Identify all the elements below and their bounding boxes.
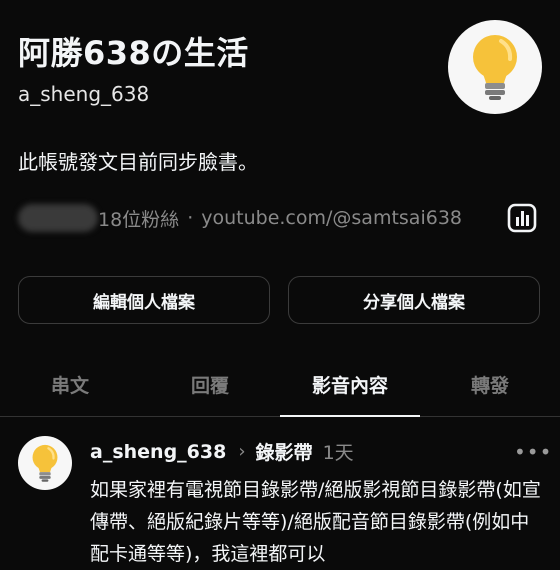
edit-profile-button[interactable]: 編輯個人檔案 [18, 276, 270, 324]
follower-avatars[interactable] [18, 204, 98, 232]
tab-threads[interactable]: 串文 [0, 352, 140, 416]
profile-bio: 此帳號發文目前同步臉書。 [18, 150, 258, 174]
insights-button[interactable] [504, 200, 540, 236]
lightbulb-icon [473, 35, 517, 100]
separator: · [187, 207, 194, 229]
tab-media[interactable]: 影音內容 [280, 352, 420, 417]
post-avatar[interactable] [18, 436, 72, 490]
followers-count[interactable]: 18位粉絲 [98, 205, 179, 232]
post-topic-tag[interactable]: 錄影帶 [256, 438, 313, 465]
post-timestamp: 1天 [322, 442, 354, 464]
post-username[interactable]: a_sheng_638 [90, 441, 226, 463]
post-header: a_sheng_638 › 錄影帶 1天 [90, 438, 354, 465]
tab-reposts[interactable]: 轉發 [420, 352, 560, 416]
chevron-right-icon: › [238, 441, 246, 462]
share-profile-button[interactable]: 分享個人檔案 [288, 276, 540, 324]
profile-avatar[interactable] [448, 20, 542, 114]
post-body-text[interactable]: 如果家裡有電視節目錄影帶/絕版影視節目錄影帶(如宣傳帶、絕版紀錄片等等)/絕版配… [90, 474, 542, 570]
profile-tabs: 串文 回覆 影音內容 轉發 [0, 352, 560, 417]
lightbulb-icon [32, 444, 58, 482]
followers-row: 18位粉絲 · youtube.com/@samtsai638 [18, 204, 462, 232]
profile-link[interactable]: youtube.com/@samtsai638 [201, 207, 462, 229]
more-options-icon[interactable]: ••• [514, 440, 552, 464]
profile-username: a_sheng_638 [18, 82, 150, 106]
bar-chart-icon [507, 203, 537, 233]
profile-display-name: 阿勝638の生活 [18, 34, 249, 72]
tab-replies[interactable]: 回覆 [140, 352, 280, 416]
